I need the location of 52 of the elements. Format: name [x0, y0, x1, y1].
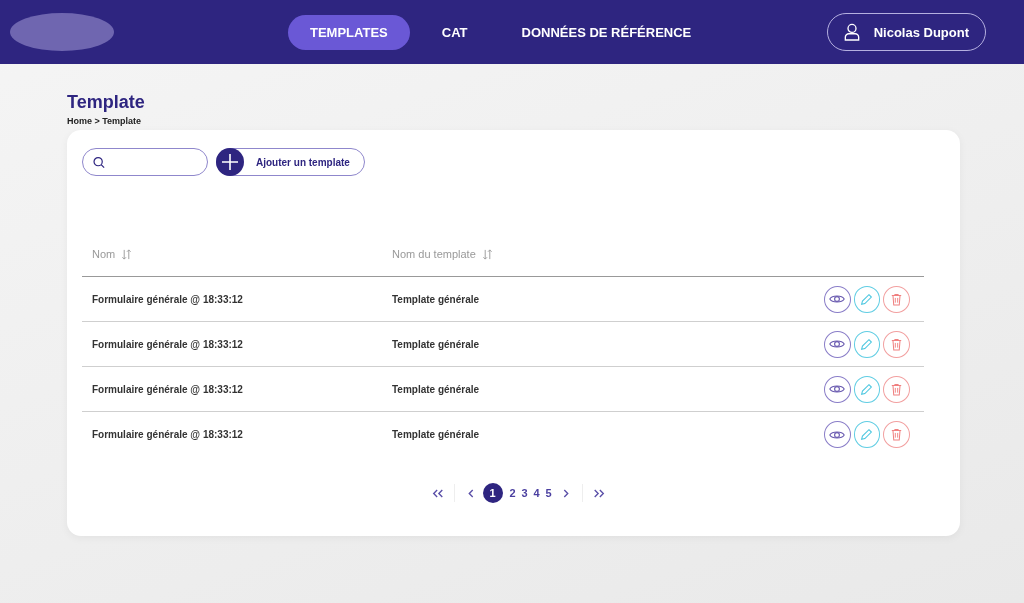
- table-cell: Template générale: [392, 383, 480, 395]
- trash-icon: [891, 337, 903, 351]
- eye-icon: [829, 428, 846, 441]
- column-header: Nom: [92, 248, 116, 260]
- page-button[interactable]: 3: [519, 483, 530, 503]
- delete-button[interactable]: [883, 285, 910, 313]
- view-button[interactable]: [824, 421, 851, 448]
- page-button[interactable]: 5: [543, 483, 554, 503]
- page-title: Template: [67, 92, 146, 113]
- eye-icon: [829, 383, 846, 395]
- view-button[interactable]: [824, 375, 851, 403]
- delete-button[interactable]: [883, 330, 910, 358]
- edit-button[interactable]: [853, 375, 881, 403]
- pencil-icon: [860, 337, 874, 351]
- view-button[interactable]: [824, 330, 851, 358]
- delete-button[interactable]: [883, 421, 910, 448]
- table-cell: Template générale: [392, 293, 480, 305]
- nav-tab[interactable]: DONNÉES DE RÉFÉRENCE: [499, 14, 714, 50]
- table-cell: Formulaire générale @ 18:33:12: [92, 338, 243, 350]
- page-button[interactable]: 1: [482, 483, 503, 503]
- plus-icon: [216, 148, 244, 176]
- sort-icon[interactable]: [121, 248, 133, 260]
- edit-button[interactable]: [853, 285, 881, 313]
- pencil-icon: [860, 428, 874, 441]
- eye-icon: [829, 293, 846, 305]
- table-cell: Template générale: [392, 429, 480, 440]
- search-icon: [93, 155, 105, 169]
- trash-icon: [891, 382, 903, 396]
- view-button[interactable]: [824, 285, 851, 313]
- pencil-icon: [860, 382, 874, 396]
- column-header: Nom du template: [392, 248, 476, 260]
- double-chevron-right-icon: [592, 488, 605, 498]
- double-chevron-left-icon: [431, 488, 444, 498]
- table-cell: Formulaire générale @ 18:33:12: [92, 293, 243, 305]
- nav-tab[interactable]: TEMPLATES: [288, 14, 410, 50]
- trash-icon: [891, 292, 903, 306]
- table-cell: Formulaire générale @ 18:33:12: [92, 383, 243, 395]
- table-cell: Template générale: [392, 338, 480, 350]
- trash-icon: [891, 428, 903, 441]
- table-cell: Formulaire générale @ 18:33:12: [92, 429, 243, 440]
- nav-tab[interactable]: CAT: [419, 14, 490, 50]
- edit-button[interactable]: [853, 330, 881, 358]
- delete-button[interactable]: [883, 375, 910, 403]
- add-template-button[interactable]: Ajouter un template: [216, 148, 365, 176]
- pencil-icon: [860, 292, 874, 306]
- edit-button[interactable]: [853, 421, 881, 448]
- eye-icon: [829, 338, 846, 350]
- user-icon: [843, 23, 860, 41]
- page-button[interactable]: 2: [507, 483, 518, 503]
- breadcrumb: Home > Template: [67, 116, 143, 126]
- sort-icon[interactable]: [481, 248, 493, 260]
- page-button[interactable]: 4: [531, 483, 542, 503]
